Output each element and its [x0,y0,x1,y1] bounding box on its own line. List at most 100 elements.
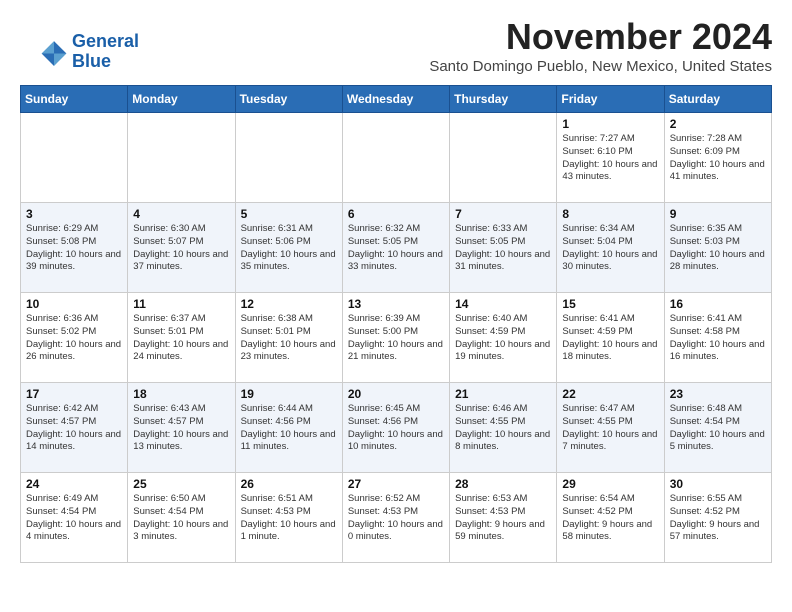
calendar-cell: 20 Sunrise: 6:45 AM Sunset: 4:56 PM Dayli… [342,383,449,473]
logo-line2: Blue [72,51,111,71]
cell-info: Sunrise: 7:27 AM Sunset: 6:10 PM Dayligh… [562,133,658,184]
calendar-cell: 3 Sunrise: 6:29 AM Sunset: 5:08 PM Daylig… [21,203,128,293]
calendar-cell: 17 Sunrise: 6:42 AM Sunset: 4:57 PM Dayli… [21,383,128,473]
calendar-cell: 27 Sunrise: 6:52 AM Sunset: 4:53 PM Dayli… [342,473,449,563]
cell-info: Sunrise: 6:40 AM Sunset: 4:59 PM Dayligh… [455,313,551,364]
calendar-cell: 11Sunrise: 6:37 AM Sunset: 5:01 PM Dayli… [128,293,235,383]
cell-info: Sunrise: 6:43 AM Sunset: 4:57 PM Dayligh… [133,403,229,454]
day-number: 1 [562,117,658,131]
calendar-week-5: 24 Sunrise: 6:49 AM Sunset: 4:54 PM Dayli… [21,473,772,563]
day-number: 5 [241,207,337,221]
calendar-week-2: 3 Sunrise: 6:29 AM Sunset: 5:08 PM Daylig… [21,203,772,293]
cell-info: Sunrise: 6:34 AM Sunset: 5:04 PM Dayligh… [562,223,658,274]
day-number: 24 [26,477,122,491]
logo: General Blue [40,32,139,72]
calendar-cell: 21 Sunrise: 6:46 AM Sunset: 4:55 PM Dayli… [450,383,557,473]
cell-info: Sunrise: 6:55 AM Sunset: 4:52 PM Dayligh… [670,493,766,544]
cell-info: Sunrise: 7:28 AM Sunset: 6:09 PM Dayligh… [670,133,766,184]
day-number: 23 [670,387,766,401]
cell-info: Sunrise: 6:47 AM Sunset: 4:55 PM Dayligh… [562,403,658,454]
cell-info: Sunrise: 6:29 AM Sunset: 5:08 PM Dayligh… [26,223,122,274]
calendar-week-1: 1 Sunrise: 7:27 AM Sunset: 6:10 PM Daylig… [21,113,772,203]
col-tuesday: Tuesday [235,86,342,113]
day-number: 7 [455,207,551,221]
day-number: 20 [348,387,444,401]
cell-info: Sunrise: 6:53 AM Sunset: 4:53 PM Dayligh… [455,493,551,544]
cell-info: Sunrise: 6:41 AM Sunset: 4:58 PM Dayligh… [670,313,766,364]
cell-info: Sunrise: 6:39 AM Sunset: 5:00 PM Dayligh… [348,313,444,364]
cell-info: Sunrise: 6:42 AM Sunset: 4:57 PM Dayligh… [26,403,122,454]
col-monday: Monday [128,86,235,113]
calendar-cell: 26 Sunrise: 6:51 AM Sunset: 4:53 PM Dayli… [235,473,342,563]
day-number: 12 [241,297,337,311]
cell-info: Sunrise: 6:46 AM Sunset: 4:55 PM Dayligh… [455,403,551,454]
calendar-table: Sunday Monday Tuesday Wednesday Thursday… [20,85,772,563]
cell-info: Sunrise: 6:33 AM Sunset: 5:05 PM Dayligh… [455,223,551,274]
calendar-cell: 6 Sunrise: 6:32 AM Sunset: 5:05 PM Daylig… [342,203,449,293]
day-number: 21 [455,387,551,401]
calendar-cell: 5 Sunrise: 6:31 AM Sunset: 5:06 PM Daylig… [235,203,342,293]
calendar-body: 1 Sunrise: 7:27 AM Sunset: 6:10 PM Daylig… [21,113,772,563]
cell-info: Sunrise: 6:51 AM Sunset: 4:53 PM Dayligh… [241,493,337,544]
day-number: 13 [348,297,444,311]
calendar-header: Sunday Monday Tuesday Wednesday Thursday… [21,86,772,113]
day-number: 30 [670,477,766,491]
day-number: 10 [26,297,122,311]
day-number: 17 [26,387,122,401]
calendar-cell: 9 Sunrise: 6:35 AM Sunset: 5:03 PM Daylig… [664,203,771,293]
calendar-cell [128,113,235,203]
calendar-cell: 29Sunrise: 6:54 AM Sunset: 4:52 PM Dayli… [557,473,664,563]
cell-info: Sunrise: 6:49 AM Sunset: 4:54 PM Dayligh… [26,493,122,544]
page-wrapper: General Blue November 2024 Santo Domingo… [20,16,772,563]
calendar-cell: 18 Sunrise: 6:43 AM Sunset: 4:57 PM Dayli… [128,383,235,473]
day-number: 18 [133,387,229,401]
calendar-cell [21,113,128,203]
logo-line1: General [72,31,139,51]
day-number: 28 [455,477,551,491]
header-row: Sunday Monday Tuesday Wednesday Thursday… [21,86,772,113]
cell-info: Sunrise: 6:35 AM Sunset: 5:03 PM Dayligh… [670,223,766,274]
logo-icon [40,38,68,66]
calendar-cell: 28 Sunrise: 6:53 AM Sunset: 4:53 PM Dayli… [450,473,557,563]
col-saturday: Saturday [664,86,771,113]
calendar-cell: 23 Sunrise: 6:48 AM Sunset: 4:54 PM Dayli… [664,383,771,473]
col-sunday: Sunday [21,86,128,113]
calendar-cell: 13 Sunrise: 6:39 AM Sunset: 5:00 PM Dayli… [342,293,449,383]
day-number: 6 [348,207,444,221]
calendar-cell: 30 Sunrise: 6:55 AM Sunset: 4:52 PM Dayli… [664,473,771,563]
calendar-cell: 22 Sunrise: 6:47 AM Sunset: 4:55 PM Dayli… [557,383,664,473]
cell-info: Sunrise: 6:31 AM Sunset: 5:06 PM Dayligh… [241,223,337,274]
day-number: 14 [455,297,551,311]
cell-info: Sunrise: 6:54 AM Sunset: 4:52 PM Dayligh… [562,493,658,544]
calendar-cell [342,113,449,203]
col-thursday: Thursday [450,86,557,113]
cell-info: Sunrise: 6:44 AM Sunset: 4:56 PM Dayligh… [241,403,337,454]
day-number: 16 [670,297,766,311]
day-number: 22 [562,387,658,401]
cell-info: Sunrise: 6:32 AM Sunset: 5:05 PM Dayligh… [348,223,444,274]
calendar-cell: 8Sunrise: 6:34 AM Sunset: 5:04 PM Daylig… [557,203,664,293]
calendar-cell: 24 Sunrise: 6:49 AM Sunset: 4:54 PM Dayli… [21,473,128,563]
cell-info: Sunrise: 6:52 AM Sunset: 4:53 PM Dayligh… [348,493,444,544]
calendar-cell: 19 Sunrise: 6:44 AM Sunset: 4:56 PM Dayli… [235,383,342,473]
day-number: 15 [562,297,658,311]
calendar-cell [450,113,557,203]
day-number: 9 [670,207,766,221]
cell-info: Sunrise: 6:50 AM Sunset: 4:54 PM Dayligh… [133,493,229,544]
calendar-cell: 16 Sunrise: 6:41 AM Sunset: 4:58 PM Dayli… [664,293,771,383]
col-wednesday: Wednesday [342,86,449,113]
day-number: 26 [241,477,337,491]
day-number: 3 [26,207,122,221]
day-number: 27 [348,477,444,491]
cell-info: Sunrise: 6:45 AM Sunset: 4:56 PM Dayligh… [348,403,444,454]
cell-info: Sunrise: 6:36 AM Sunset: 5:02 PM Dayligh… [26,313,122,364]
cell-info: Sunrise: 6:30 AM Sunset: 5:07 PM Dayligh… [133,223,229,274]
day-number: 4 [133,207,229,221]
calendar-cell: 14 Sunrise: 6:40 AM Sunset: 4:59 PM Dayli… [450,293,557,383]
calendar-cell: 4 Sunrise: 6:30 AM Sunset: 5:07 PM Daylig… [128,203,235,293]
day-number: 19 [241,387,337,401]
logo-text: General Blue [72,32,139,72]
calendar-week-4: 17 Sunrise: 6:42 AM Sunset: 4:57 PM Dayli… [21,383,772,473]
cell-info: Sunrise: 6:48 AM Sunset: 4:54 PM Dayligh… [670,403,766,454]
day-number: 11 [133,297,229,311]
